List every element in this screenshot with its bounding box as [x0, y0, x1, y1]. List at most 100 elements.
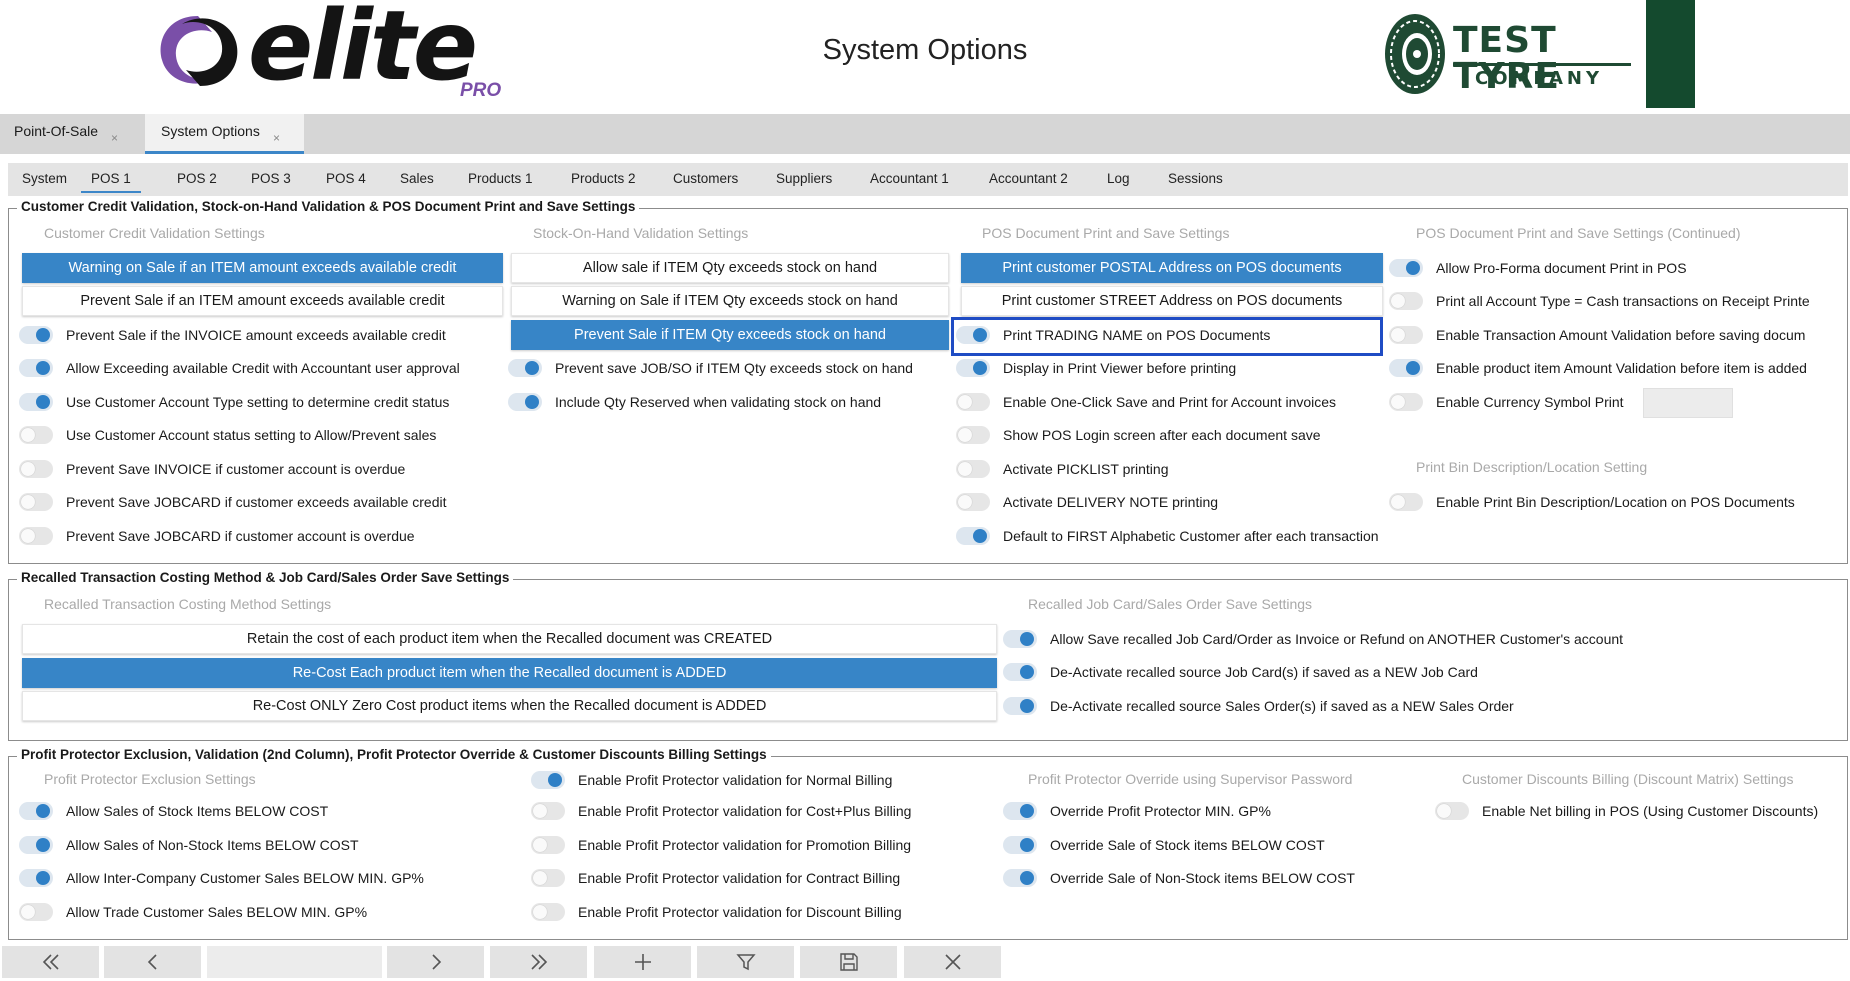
toggle-switch[interactable]: [1003, 630, 1037, 648]
option-label: Enable Profit Protector validation for C…: [578, 803, 912, 819]
tab-pos-2[interactable]: POS 2: [177, 171, 217, 186]
doc-tab-point-of-sale[interactable]: Point-Of-Sale ×: [0, 114, 138, 151]
option-row: Allow Sales of Stock Items BELOW COST: [19, 799, 328, 823]
toggle-switch[interactable]: [956, 527, 990, 545]
option-label: Enable Profit Protector validation for D…: [578, 904, 902, 920]
recost-retain-button[interactable]: Retain the cost of each product item whe…: [22, 624, 997, 654]
option-row: Show POS Login screen after each documen…: [956, 423, 1321, 447]
toggle-switch[interactable]: [1003, 802, 1037, 820]
section-header: Stock-On-Hand Validation Settings: [533, 225, 749, 241]
toggle-switch[interactable]: [956, 493, 990, 511]
option-row: Enable One-Click Save and Print for Acco…: [956, 390, 1336, 414]
recost-zero-button[interactable]: Re-Cost ONLY Zero Cost product items whe…: [22, 691, 997, 721]
option-label: Prevent Save JOBCARD if customer exceeds…: [66, 494, 447, 510]
option-label: Display in Print Viewer before printing: [1003, 360, 1237, 376]
toggle-switch[interactable]: [19, 393, 53, 411]
toggle-switch[interactable]: [531, 869, 565, 887]
option-row: Activate PICKLIST printing: [956, 457, 1168, 481]
tab-system[interactable]: System: [22, 171, 67, 186]
toggle-switch[interactable]: [956, 393, 990, 411]
toggle-switch[interactable]: [1389, 359, 1423, 377]
option-label: Enable Profit Protector validation for C…: [578, 870, 901, 886]
tab-products-2[interactable]: Products 2: [571, 171, 636, 186]
tab-log[interactable]: Log: [1107, 171, 1130, 186]
first-record-button[interactable]: [2, 946, 99, 978]
company-color-block: [1646, 0, 1695, 108]
toggle-switch[interactable]: [508, 393, 542, 411]
option-row: Override Sale of Non-Stock items BELOW C…: [1003, 866, 1355, 890]
stock-option-warning-button[interactable]: Warning on Sale if ITEM Qty exceeds stoc…: [511, 286, 949, 316]
tab-products-1[interactable]: Products 1: [468, 171, 533, 186]
tab-accountant-1[interactable]: Accountant 1: [870, 171, 949, 186]
option-row: Allow Sales of Non-Stock Items BELOW COS…: [19, 833, 359, 857]
option-row: Use Customer Account status setting to A…: [19, 423, 436, 447]
section-header: Customer Discounts Billing (Discount Mat…: [1462, 771, 1794, 787]
toggle-switch[interactable]: [19, 326, 53, 344]
toggle-switch[interactable]: [508, 359, 542, 377]
toggle-switch[interactable]: [1389, 326, 1423, 344]
toggle-switch[interactable]: [19, 493, 53, 511]
record-position-field[interactable]: [207, 946, 382, 978]
toggle-switch[interactable]: [19, 802, 53, 820]
close-tab-icon[interactable]: ×: [273, 131, 280, 145]
tab-pos-4[interactable]: POS 4: [326, 171, 366, 186]
toggle-switch[interactable]: [956, 359, 990, 377]
toggle-switch[interactable]: [1389, 292, 1423, 310]
option-row: Allow Pro-Forma document Print in POS: [1389, 256, 1687, 280]
section-header: Recalled Job Card/Sales Order Save Setti…: [1028, 596, 1313, 612]
last-record-button[interactable]: [490, 946, 587, 978]
toggle-switch[interactable]: [1003, 869, 1037, 887]
toggle-switch[interactable]: [19, 527, 53, 545]
tab-sessions[interactable]: Sessions: [1168, 171, 1223, 186]
currency-symbol-input[interactable]: [1643, 388, 1733, 418]
close-tab-icon[interactable]: ×: [111, 131, 118, 145]
option-label: Activate DELIVERY NOTE printing: [1003, 494, 1219, 510]
toggle-switch[interactable]: [531, 836, 565, 854]
tab-pos-1[interactable]: POS 1: [81, 171, 141, 193]
toggle-switch[interactable]: [1389, 493, 1423, 511]
toggle-switch[interactable]: [531, 903, 565, 921]
tab-customers[interactable]: Customers: [673, 171, 738, 186]
toggle-switch[interactable]: [19, 903, 53, 921]
next-record-button[interactable]: [387, 946, 484, 978]
add-record-button[interactable]: [594, 946, 691, 978]
toggle-switch[interactable]: [531, 802, 565, 820]
toggle-switch[interactable]: [19, 869, 53, 887]
credit-option-prevent-button[interactable]: Prevent Sale if an ITEM amount exceeds a…: [22, 286, 503, 316]
option-label: Allow Inter-Company Customer Sales BELOW…: [66, 870, 424, 886]
close-button[interactable]: [904, 946, 1001, 978]
filter-button[interactable]: [697, 946, 794, 978]
previous-record-button[interactable]: [104, 946, 201, 978]
option-row: Enable Profit Protector validation for C…: [531, 866, 900, 890]
stock-option-prevent-button[interactable]: Prevent Sale if ITEM Qty exceeds stock o…: [511, 320, 949, 350]
toggle-switch[interactable]: [1435, 802, 1469, 820]
toggle-switch[interactable]: [1389, 259, 1423, 277]
toggle-switch[interactable]: [956, 460, 990, 478]
print-postal-address-button[interactable]: Print customer POSTAL Address on POS doc…: [961, 253, 1383, 283]
toggle-switch[interactable]: [19, 359, 53, 377]
recost-each-button[interactable]: Re-Cost Each product item when the Recal…: [22, 658, 997, 688]
toggle-switch[interactable]: [1003, 697, 1037, 715]
tab-pos-3[interactable]: POS 3: [251, 171, 291, 186]
print-street-address-button[interactable]: Print customer STREET Address on POS doc…: [961, 286, 1383, 316]
toggle-switch[interactable]: [1003, 663, 1037, 681]
toggle-switch[interactable]: [1389, 393, 1423, 411]
toggle-switch[interactable]: [19, 836, 53, 854]
toggle-switch[interactable]: [19, 460, 53, 478]
add-icon: [634, 954, 651, 970]
section-header: Profit Protector Override using Supervis…: [1028, 771, 1353, 787]
toggle-switch[interactable]: [531, 771, 565, 789]
save-button[interactable]: [800, 946, 897, 978]
toggle-switch[interactable]: [956, 426, 990, 444]
section-header: POS Document Print and Save Settings (Co…: [1416, 225, 1741, 241]
credit-option-warning-button[interactable]: Warning on Sale if an ITEM amount exceed…: [22, 253, 503, 283]
toggle-switch[interactable]: [19, 426, 53, 444]
tab-suppliers[interactable]: Suppliers: [776, 171, 832, 186]
tab-accountant-2[interactable]: Accountant 2: [989, 171, 1068, 186]
toggle-switch[interactable]: [1003, 836, 1037, 854]
doc-tab-system-options[interactable]: System Options ×: [145, 114, 304, 154]
option-row: Allow Exceeding available Credit with Ac…: [19, 356, 460, 380]
stock-option-allow-button[interactable]: Allow sale if ITEM Qty exceeds stock on …: [511, 253, 949, 283]
company-logo: TEST TYRE COMPANY: [1383, 8, 1633, 98]
tab-sales[interactable]: Sales: [400, 171, 434, 186]
